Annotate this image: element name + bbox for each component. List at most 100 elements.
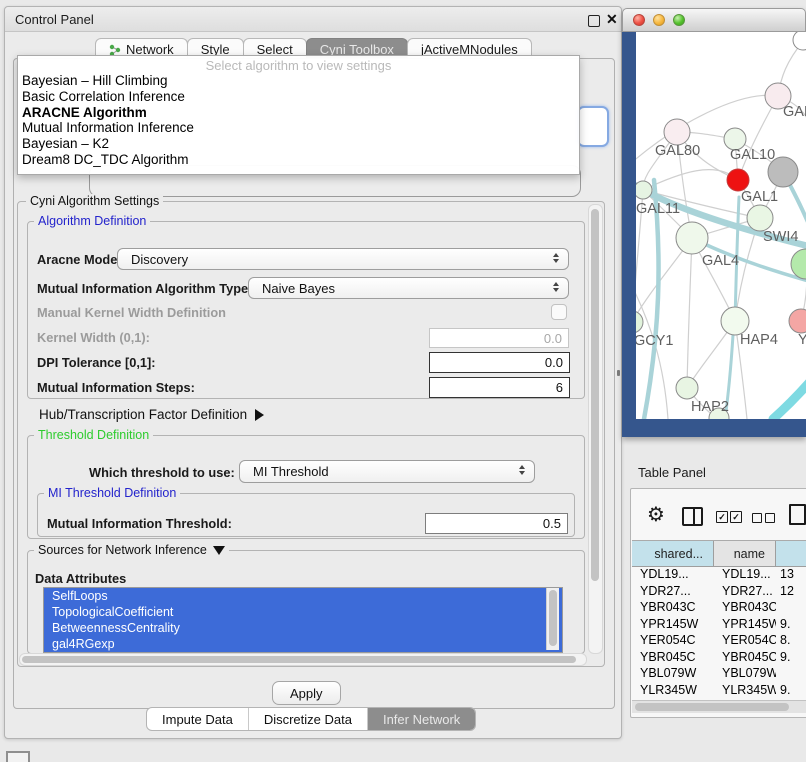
tab-impute-data[interactable]: Impute Data bbox=[147, 708, 249, 730]
network-node[interactable] bbox=[636, 311, 643, 333]
table-cell: YPR145W bbox=[714, 616, 776, 633]
aracne-mode-value: Discovery bbox=[131, 252, 188, 267]
columns-icon[interactable] bbox=[682, 507, 703, 526]
table-panel: ⚙ ✓✓ shared...nameA YDL19...YDL19...13YD… bbox=[630, 488, 806, 718]
bottom-tab-bar: Impute DataDiscretize DataInfer Network bbox=[146, 707, 476, 731]
kernel-width-input[interactable]: 0.0 bbox=[429, 328, 569, 348]
close-traffic-light-icon[interactable] bbox=[633, 14, 645, 26]
list-item[interactable]: TopologicalCoefficient bbox=[44, 604, 562, 620]
tab-infer-network[interactable]: Infer Network bbox=[368, 708, 475, 730]
panel-divider-grip[interactable] bbox=[617, 370, 620, 376]
minimized-panel-icon[interactable] bbox=[6, 751, 30, 762]
algorithm-dropdown-prompt: Select algorithm to view settings bbox=[18, 56, 579, 73]
table-row[interactable]: YLR345WYLR345W9. bbox=[632, 682, 806, 699]
apply-button[interactable]: Apply bbox=[272, 681, 341, 705]
list-item[interactable]: gal4RGexp bbox=[44, 636, 562, 652]
dpi-tolerance-label: DPI Tolerance [0,1]: bbox=[37, 355, 156, 370]
select-all-checkboxes-icon[interactable]: ✓✓ bbox=[716, 511, 742, 523]
kernel-width-label: Kernel Width (0,1): bbox=[37, 330, 150, 345]
hub-definition-row[interactable]: Hub/Transcription Factor Definition bbox=[39, 407, 264, 422]
algorithm-dropdown-popup: Select algorithm to view settings Bayesi… bbox=[17, 55, 580, 175]
sources-group-title-row[interactable]: Sources for Network Inference bbox=[34, 543, 229, 557]
close-icon[interactable]: ✕ bbox=[606, 11, 618, 28]
manual-kernel-label: Manual Kernel Width Definition bbox=[37, 305, 226, 320]
table-panel-title: Table Panel bbox=[638, 465, 706, 480]
table-row[interactable]: YDR27...YDR27...12 bbox=[632, 583, 806, 600]
mi-steps-input[interactable]: 6 bbox=[429, 377, 570, 398]
collapse-down-icon[interactable] bbox=[213, 546, 225, 555]
table-row[interactable]: YPR145WYPR145W9. bbox=[632, 616, 806, 633]
which-threshold-select[interactable]: MI Threshold bbox=[239, 460, 535, 483]
manual-kernel-checkbox[interactable] bbox=[551, 304, 567, 320]
table-cell: 9. bbox=[776, 682, 806, 699]
table-row[interactable]: YDL19...YDL19...13 bbox=[632, 566, 806, 583]
scrollbar-thumb[interactable] bbox=[635, 703, 789, 711]
focused-button-fragment[interactable] bbox=[577, 106, 609, 147]
gear-icon[interactable]: ⚙ bbox=[647, 504, 665, 524]
network-node[interactable] bbox=[747, 205, 773, 231]
network-canvas[interactable]: GALGAL80GAL10GAL1GAL11SWI4GAL4GCY1HAP4YH… bbox=[636, 32, 806, 419]
network-node[interactable] bbox=[664, 119, 690, 145]
network-graph[interactable]: GALGAL80GAL10GAL1GAL11SWI4GAL4GCY1HAP4YH… bbox=[636, 32, 806, 419]
network-node[interactable] bbox=[721, 307, 749, 335]
network-node[interactable] bbox=[793, 32, 806, 50]
network-node[interactable] bbox=[636, 181, 652, 199]
dropdown-item[interactable]: Bayesian – K2 bbox=[18, 136, 579, 152]
table-row[interactable]: YBR043CYBR043C bbox=[632, 599, 806, 616]
node-label: SWI4 bbox=[763, 229, 798, 245]
spinner-arrows-icon bbox=[519, 465, 525, 475]
dropdown-item[interactable]: ARACNE Algorithm bbox=[18, 105, 579, 121]
data-attributes-list[interactable]: SelfLoopsTopologicalCoefficientBetweenne… bbox=[43, 587, 563, 653]
table-cell: YER054C bbox=[632, 632, 714, 649]
attributes-list-scrollbar[interactable] bbox=[546, 588, 559, 650]
network-node[interactable] bbox=[789, 309, 806, 333]
zoom-traffic-light-icon[interactable] bbox=[673, 14, 685, 26]
network-window-titlebar[interactable] bbox=[622, 8, 806, 32]
table-horizontal-scrollbar[interactable] bbox=[632, 700, 806, 713]
dropdown-item[interactable]: Basic Correlation Inference bbox=[18, 89, 579, 105]
sources-group-title: Sources for Network Inference bbox=[38, 543, 207, 557]
table-cell: YLR345W bbox=[714, 682, 776, 699]
deselect-all-checkboxes-icon[interactable] bbox=[752, 513, 775, 523]
list-item[interactable]: BetweennessCentrality bbox=[44, 620, 562, 636]
table-cell: YBL079W bbox=[714, 665, 776, 682]
hub-definition-label: Hub/Transcription Factor Definition bbox=[39, 407, 247, 422]
settings-horizontal-scrollbar[interactable] bbox=[19, 653, 587, 666]
list-item[interactable]: SelfLoops bbox=[44, 588, 562, 604]
column-header[interactable]: shared... bbox=[632, 541, 714, 566]
dropdown-item[interactable]: Bayesian – Hill Climbing bbox=[18, 73, 579, 89]
table-cell: YBR043C bbox=[632, 599, 714, 616]
network-node[interactable] bbox=[791, 249, 806, 279]
network-node[interactable] bbox=[676, 377, 698, 399]
tab-discretize-data[interactable]: Discretize Data bbox=[249, 708, 368, 730]
network-edge[interactable] bbox=[687, 238, 692, 388]
network-node[interactable] bbox=[676, 222, 708, 254]
mi-type-select[interactable]: Naive Bayes bbox=[248, 277, 569, 299]
mi-threshold-input[interactable]: 0.5 bbox=[425, 513, 568, 534]
node-label: GCY1 bbox=[636, 333, 674, 349]
new-table-icon[interactable] bbox=[789, 504, 806, 525]
dropdown-item[interactable]: Dream8 DC_TDC Algorithm bbox=[18, 152, 579, 168]
float-window-icon[interactable] bbox=[588, 15, 600, 27]
minimize-traffic-light-icon[interactable] bbox=[653, 14, 665, 26]
table-row[interactable]: YER054CYER054C8. bbox=[632, 632, 806, 649]
dpi-tolerance-input[interactable]: 0.0 bbox=[429, 352, 570, 373]
aracne-mode-select[interactable]: Discovery bbox=[117, 248, 569, 270]
mi-steps-label: Mutual Information Steps: bbox=[37, 380, 195, 395]
expand-right-icon[interactable] bbox=[255, 409, 264, 421]
mi-type-value: Naive Bayes bbox=[262, 281, 335, 296]
scrollbar-thumb[interactable] bbox=[549, 590, 557, 646]
network-edge[interactable] bbox=[773, 377, 806, 419]
table-cell bbox=[776, 599, 806, 616]
table-cell: 8. bbox=[776, 632, 806, 649]
settings-vertical-scrollbar[interactable] bbox=[588, 204, 603, 654]
network-node[interactable] bbox=[727, 169, 749, 191]
control-panel-titlebar[interactable]: Control Panel ✕ bbox=[5, 7, 621, 32]
column-header[interactable]: A bbox=[776, 541, 806, 566]
dropdown-item[interactable]: Mutual Information Inference bbox=[18, 120, 579, 136]
scrollbar-thumb[interactable] bbox=[22, 656, 576, 663]
table-row[interactable]: YBL079WYBL079W bbox=[632, 665, 806, 682]
table-row[interactable]: YBR045CYBR045C9. bbox=[632, 649, 806, 666]
column-header[interactable]: name bbox=[714, 541, 776, 566]
scrollbar-thumb[interactable] bbox=[591, 209, 599, 581]
